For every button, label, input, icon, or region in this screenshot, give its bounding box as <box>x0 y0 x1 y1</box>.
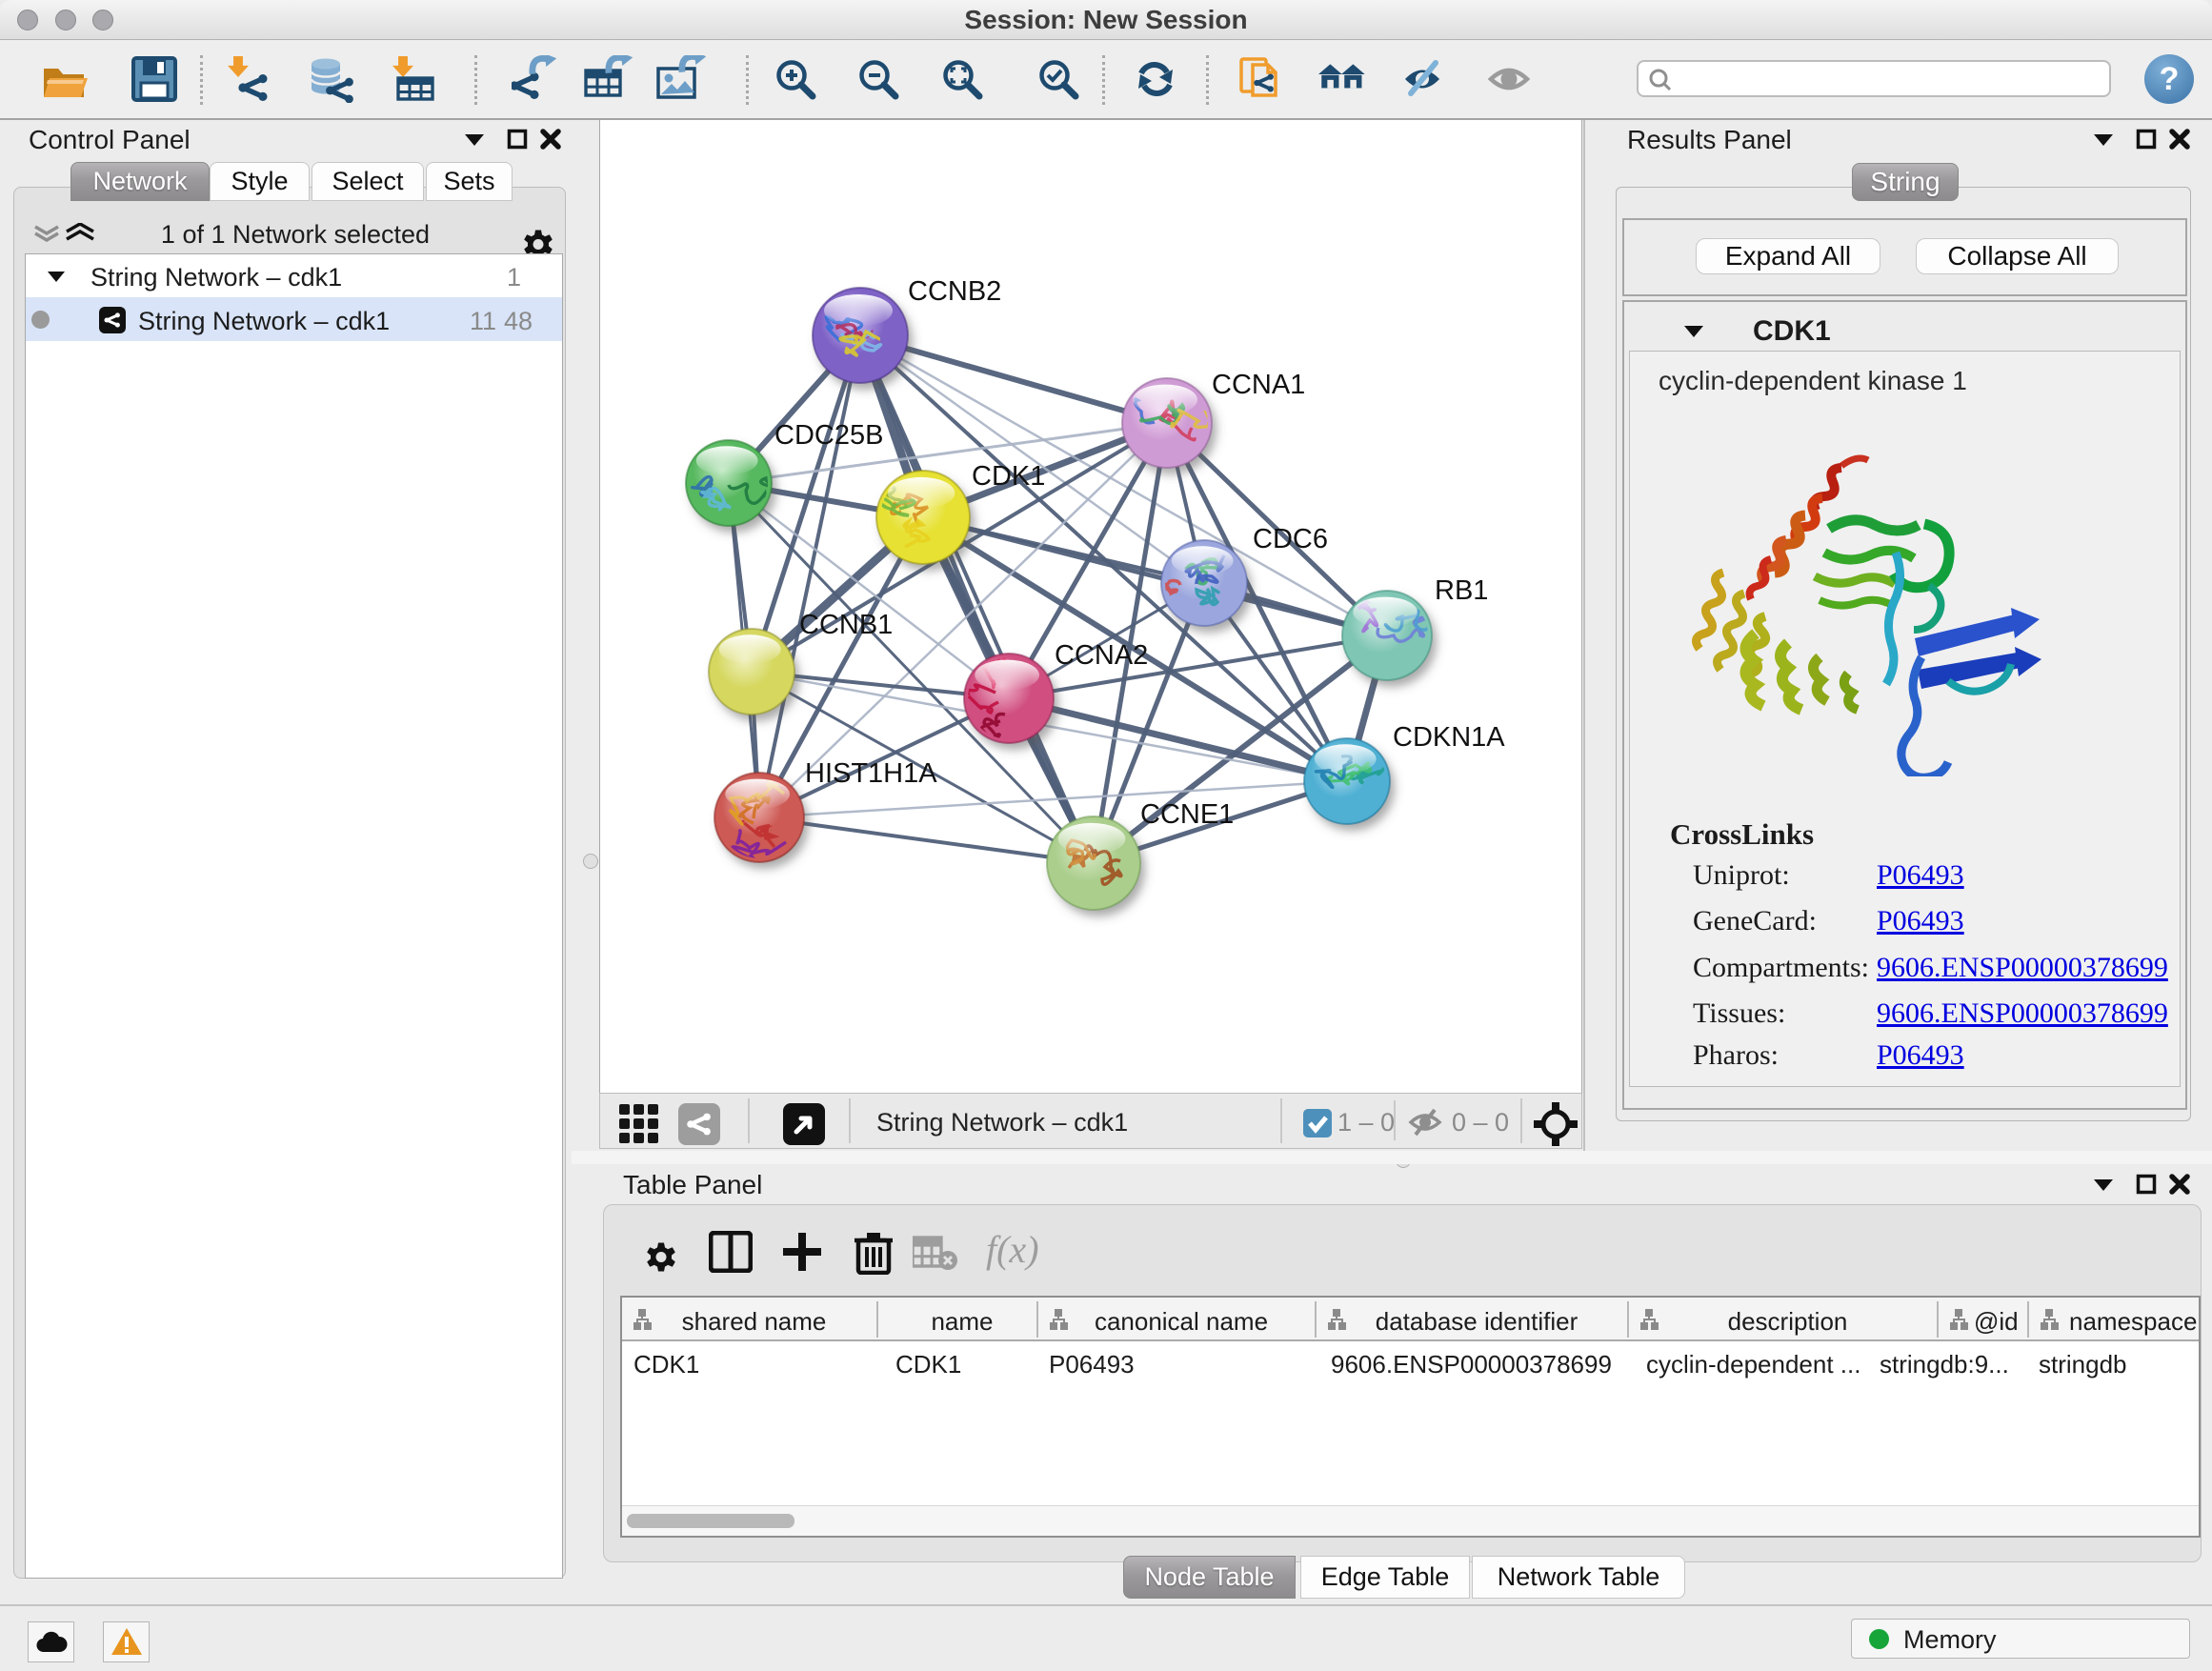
svg-text:CDK1: CDK1 <box>972 461 1045 492</box>
svg-text:CCNA1: CCNA1 <box>1212 370 1305 400</box>
svg-text:?: ? <box>2160 61 2180 97</box>
svg-text:CCNB1: CCNB1 <box>799 610 893 640</box>
svg-text:CDC6: CDC6 <box>1253 524 1328 554</box>
svg-text:CDKN1A: CDKN1A <box>1393 722 1505 753</box>
svg-text:CCNB2: CCNB2 <box>908 276 1001 307</box>
svg-text:HIST1H1A: HIST1H1A <box>805 758 937 789</box>
svg-text:CCNE1: CCNE1 <box>1140 799 1234 830</box>
svg-text:RB1: RB1 <box>1435 575 1488 606</box>
svg-text:CCNA2: CCNA2 <box>1055 640 1148 671</box>
svg-text:CDC25B: CDC25B <box>774 420 883 451</box>
